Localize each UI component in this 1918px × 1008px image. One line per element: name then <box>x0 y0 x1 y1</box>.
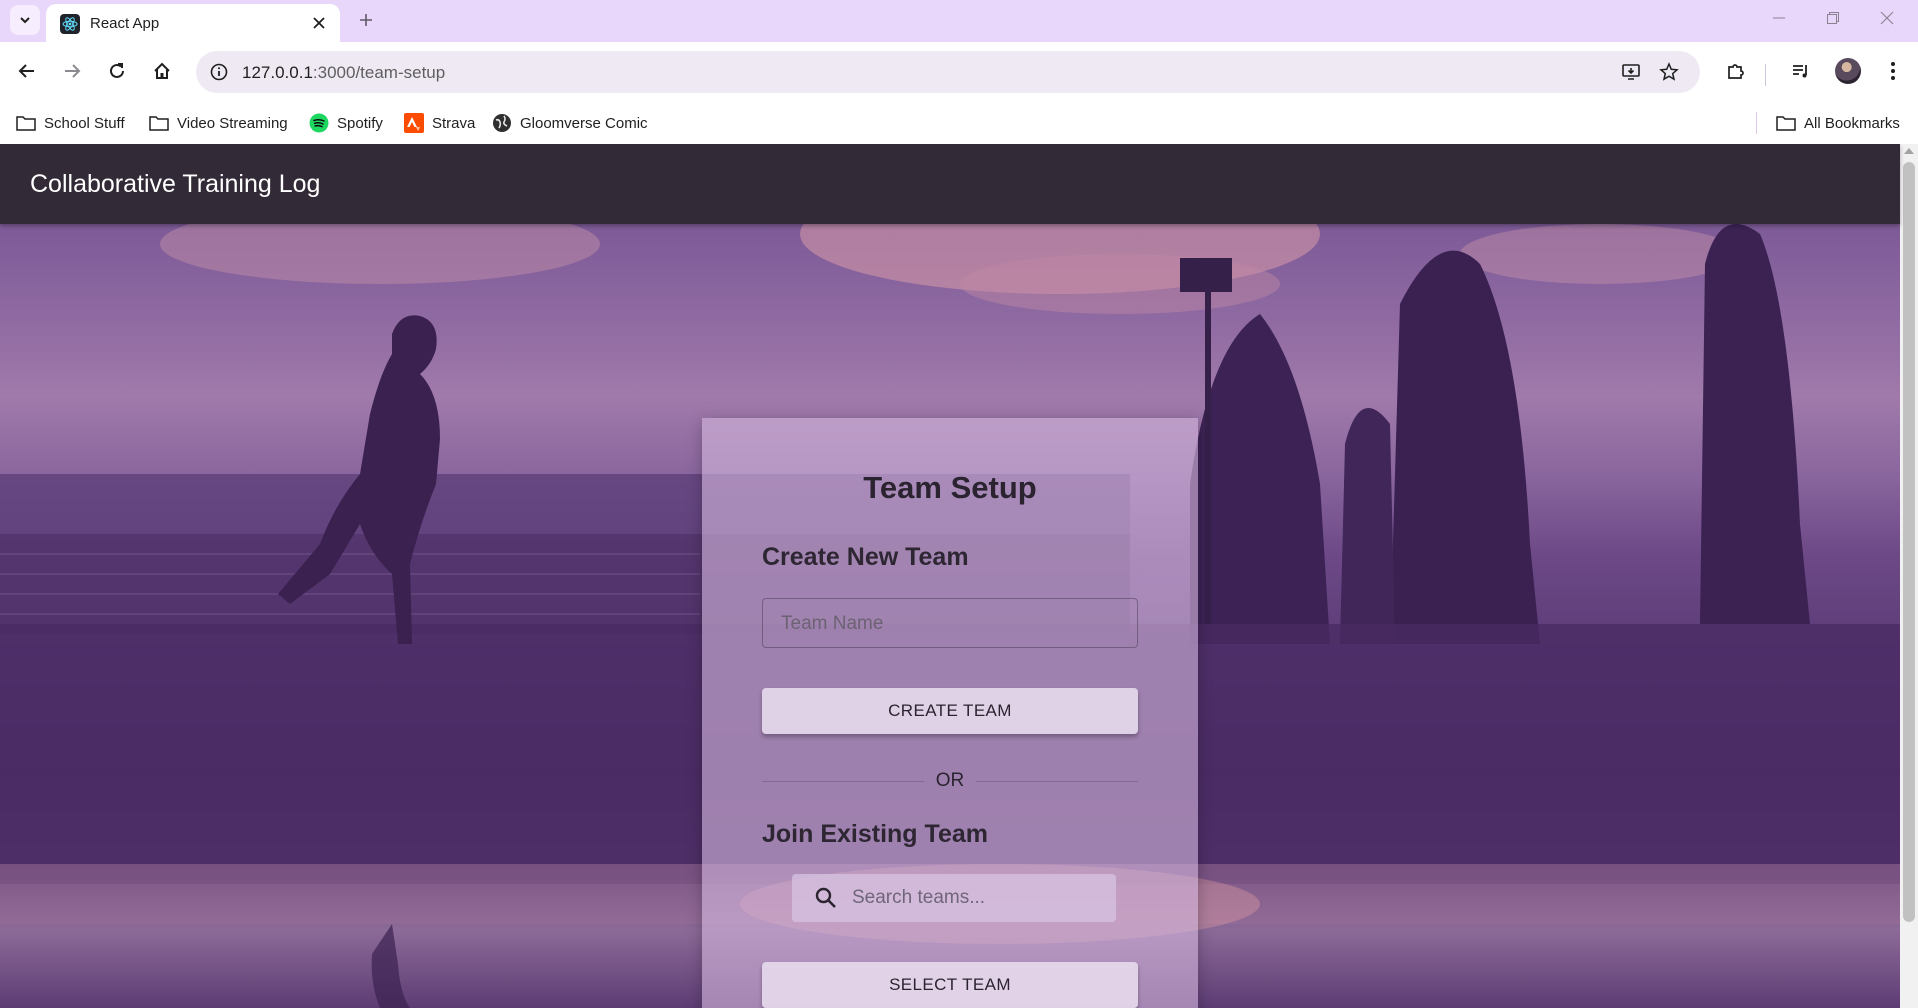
reload-icon <box>110 63 124 78</box>
home-icon <box>154 62 170 79</box>
reload-button[interactable] <box>100 54 134 88</box>
bookmark-gloomverse-comic[interactable]: Gloomverse Comic <box>492 111 648 135</box>
bookmark-spotify[interactable]: Spotify <box>309 111 383 135</box>
chevron-down-icon <box>20 17 30 24</box>
puzzle-icon <box>1728 64 1744 79</box>
plus-icon <box>360 14 372 26</box>
all-bookmarks-label: All Bookmarks <box>1804 114 1900 132</box>
info-icon <box>210 63 228 81</box>
team-name-placeholder: Team Name <box>781 613 884 634</box>
close-icon <box>313 17 325 29</box>
back-button[interactable] <box>10 54 44 88</box>
media-controls-button[interactable] <box>1784 54 1818 88</box>
bookmark-strava[interactable]: Strava <box>404 111 475 135</box>
team-setup-card: Team Setup Create New Team Team Name CRE… <box>702 418 1198 1008</box>
bookmarks-bar: School Stuff Video Streaming Spotify Str… <box>0 102 1918 144</box>
join-team-heading: Join Existing Team <box>762 820 988 848</box>
minimize-window-button[interactable] <box>1756 2 1802 34</box>
more-vertical-icon <box>1891 62 1895 80</box>
bookmark-video-streaming[interactable]: Video Streaming <box>149 111 288 135</box>
spotify-icon <box>309 113 329 133</box>
app-header: Collaborative Training Log <box>0 144 1900 224</box>
browser-menu-button[interactable] <box>1876 54 1910 88</box>
profile-avatar[interactable] <box>1835 58 1861 84</box>
search-icon <box>815 887 836 908</box>
folder-icon <box>1776 116 1796 131</box>
create-team-heading: Create New Team <box>762 543 969 571</box>
team-name-input[interactable]: Team Name <box>762 598 1138 648</box>
url-host: 127.0.0.1 <box>242 63 313 82</box>
url-path: :3000/team-setup <box>312 63 446 82</box>
bookmark-label: Strava <box>432 114 476 132</box>
bookmarks-divider <box>1756 112 1757 134</box>
restore-icon <box>1827 12 1839 24</box>
react-logo-icon <box>60 14 80 34</box>
divider-line-right <box>976 781 1138 782</box>
restore-window-button[interactable] <box>1810 2 1856 34</box>
globe-icon <box>493 114 511 132</box>
browser-toolbar: 127.0.0.1:3000/team-setup <box>0 42 1918 102</box>
address-bar[interactable]: 127.0.0.1:3000/team-setup <box>196 51 1700 93</box>
bookmark-label: Spotify <box>337 114 383 132</box>
folder-icon <box>149 116 169 131</box>
site-info-button[interactable] <box>204 57 234 87</box>
strava-icon <box>404 113 424 133</box>
bookmark-star-button[interactable] <box>1654 57 1684 87</box>
card-title: Team Setup <box>863 470 1037 505</box>
toolbar-divider <box>1765 64 1766 86</box>
home-button[interactable] <box>145 54 179 88</box>
tab-title: React App <box>90 15 160 32</box>
extensions-button[interactable] <box>1719 54 1753 88</box>
bookmark-label: School Stuff <box>44 114 125 132</box>
bookmark-label: Gloomverse Comic <box>520 114 648 132</box>
forward-button[interactable] <box>55 54 89 88</box>
bookmark-label: Video Streaming <box>177 114 288 132</box>
app-title: Collaborative Training Log <box>30 170 321 198</box>
arrow-right-icon <box>65 64 81 78</box>
or-divider: OR <box>762 770 1138 794</box>
url-text: 127.0.0.1:3000/team-setup <box>242 63 445 83</box>
create-team-button[interactable]: CREATE TEAM <box>762 688 1138 734</box>
minimize-icon <box>1773 17 1785 19</box>
all-bookmarks-button[interactable]: All Bookmarks <box>1776 111 1900 135</box>
arrow-left-icon <box>18 64 34 78</box>
scroll-up-arrow-icon[interactable] <box>1904 148 1914 154</box>
team-search-placeholder: Search teams... <box>852 887 986 908</box>
browser-tab[interactable]: React App <box>46 4 340 42</box>
browser-tab-bar: React App <box>0 0 1918 42</box>
bookmark-school-stuff[interactable]: School Stuff <box>16 111 125 135</box>
new-tab-button[interactable] <box>352 6 380 34</box>
tab-search-dropdown-button[interactable] <box>10 5 40 35</box>
folder-icon <box>16 116 36 131</box>
install-app-button[interactable] <box>1616 57 1646 87</box>
page-scrollbar[interactable] <box>1900 144 1918 1008</box>
team-search-input[interactable]: Search teams... <box>792 874 1116 922</box>
scrollbar-thumb[interactable] <box>1903 162 1915 922</box>
media-queue-icon <box>1793 65 1807 78</box>
close-icon <box>1880 11 1894 25</box>
star-icon <box>1659 62 1679 81</box>
select-team-button[interactable]: SELECT TEAM <box>762 962 1138 1008</box>
page-viewport: Collaborative Training Log Team Setup Cr… <box>0 144 1918 1008</box>
tab-close-button[interactable] <box>308 12 330 34</box>
close-window-button[interactable] <box>1864 2 1910 34</box>
install-icon <box>1622 64 1640 80</box>
